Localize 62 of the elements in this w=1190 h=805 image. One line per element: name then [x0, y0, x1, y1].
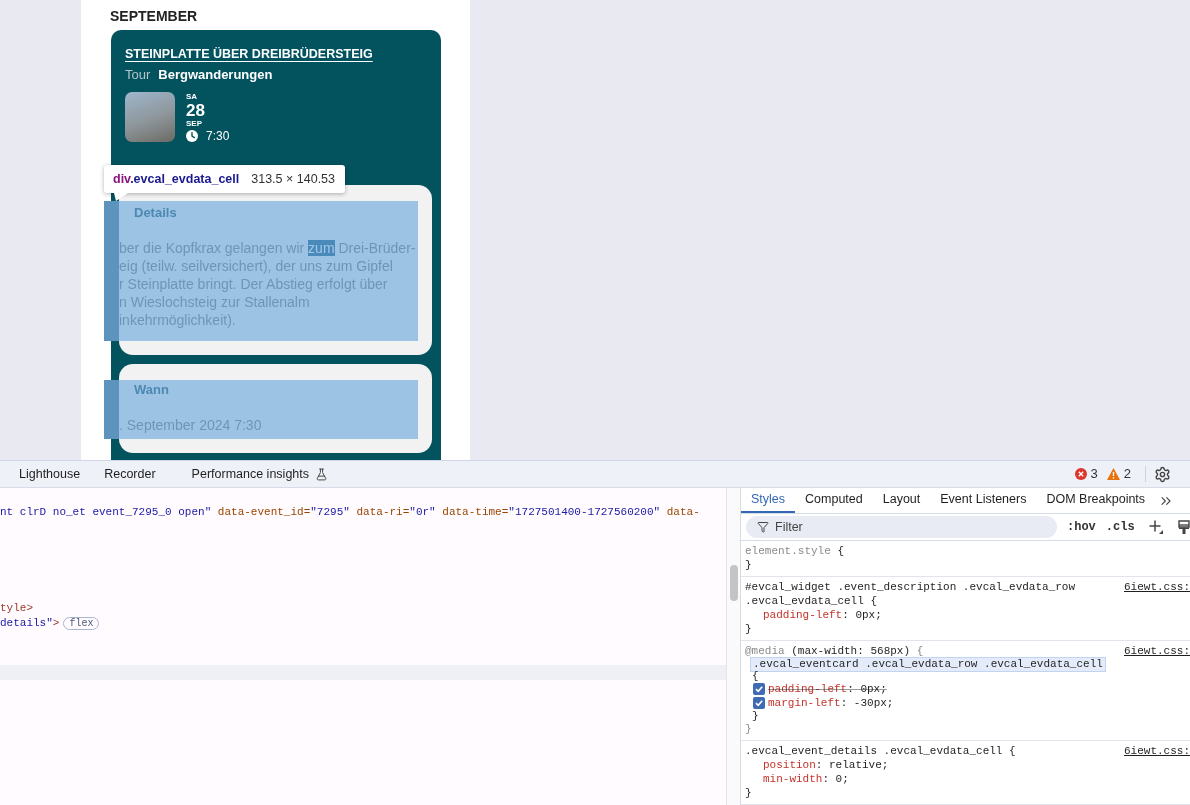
css-declaration[interactable]: min-width: 0;: [763, 772, 849, 786]
error-icon: [1074, 468, 1087, 480]
event-time: 7:30: [206, 129, 230, 143]
css-declaration[interactable]: padding-left: 0px;: [763, 608, 882, 622]
styles-tab[interactable]: Layout: [872, 488, 931, 513]
styles-tab[interactable]: Styles: [741, 488, 796, 513]
new-rule-button[interactable]: [1148, 520, 1163, 534]
css-selector: #evcal_widget .event_description .evcal_evdata_row: [745, 580, 1076, 594]
css-brace: }: [745, 558, 752, 572]
toggle-button[interactable]: .cls: [1105, 518, 1135, 536]
event-day: 28: [186, 102, 230, 119]
section-heading: Details: [133, 205, 178, 221]
html-code-line[interactable]: nt clrD no_et event_7295_0 open" data-event_id="7295" data-ri="0r" data-time="1727501400-1727560200" data-: [0, 505, 700, 520]
toggle-button[interactable]: :hov: [1067, 518, 1096, 536]
stylesheet-link[interactable]: 6iewt.css:: [1124, 744, 1190, 758]
checkbox[interactable]: [753, 697, 765, 709]
event-title-link[interactable]: STEINPLATTE ÜBER DREIBRÜDERSTEIG: [125, 44, 373, 64]
css-selector: .evcal_eventcard .evcal_evdata_row .evcal_evdata_cell: [750, 656, 1106, 672]
html-code-line[interactable]: details">: [0, 616, 60, 631]
scrollbar-thumb[interactable]: [729, 565, 738, 601]
css-selector: .evcal_evdata_cell {: [745, 594, 878, 608]
devtools-tab[interactable]: Performance insights: [179, 461, 340, 487]
css-declaration[interactable]: padding-left: 0px;: [768, 682, 887, 696]
css-brace: }: [745, 786, 752, 800]
css-brace: }: [752, 709, 759, 723]
devtools-tab[interactable]: Recorder: [92, 461, 168, 487]
settings-icon: [1154, 465, 1171, 483]
event-month: SEP: [186, 119, 203, 129]
photo-placeholder: [125, 92, 175, 142]
paint-brush-button[interactable]: [1177, 519, 1190, 535]
clock-icon: [186, 130, 198, 142]
styles-tab[interactable]: Computed: [795, 488, 873, 513]
errors-button[interactable]: 3: [1074, 464, 1098, 484]
event-type-label: Tour: [125, 66, 151, 84]
element-size: 313.5 × 140.53: [251, 170, 336, 188]
css-brace: {: [752, 669, 759, 683]
html-code-line[interactable]: tyle>: [0, 601, 33, 616]
month-heading: SEPTEMBER: [110, 7, 199, 26]
section-heading: Wann: [133, 382, 170, 398]
css-selector: .evcal_event_details .evcal_evdata_cell {: [745, 744, 1016, 758]
css-brace: }: [745, 622, 752, 636]
event-weekday: SA: [186, 92, 199, 102]
warning-icon: [1106, 468, 1120, 480]
css-declaration[interactable]: margin-left: -30px;: [768, 696, 894, 710]
warnings-button[interactable]: 2: [1106, 464, 1131, 484]
css-selector: element.style {: [745, 544, 845, 558]
checkbox[interactable]: [753, 683, 765, 695]
css-declaration[interactable]: position: relative;: [763, 758, 889, 772]
styles-tab[interactable]: DOM Breakpoints: [1036, 488, 1156, 513]
paint-brush-icon: [1177, 519, 1190, 535]
plus-icon: [1148, 520, 1163, 534]
css-selector: @media (max-width: 568px) {: [745, 644, 924, 658]
event-category: Bergwanderungen: [158, 66, 273, 84]
styles-tab[interactable]: Event Listeners: [930, 488, 1037, 513]
element-selector: div.evcal_evdata_cell: [113, 170, 240, 188]
filter-field[interactable]: Filter: [746, 516, 1057, 538]
stylesheet-link[interactable]: 6iewt.css:: [1124, 644, 1190, 658]
settings-button[interactable]: [1154, 465, 1171, 483]
filter-icon: [757, 521, 769, 533]
devtools-tab[interactable]: Lighthouse: [7, 461, 93, 487]
stylesheet-link[interactable]: 6iewt.css:: [1124, 580, 1190, 594]
css-brace: }: [745, 722, 752, 736]
